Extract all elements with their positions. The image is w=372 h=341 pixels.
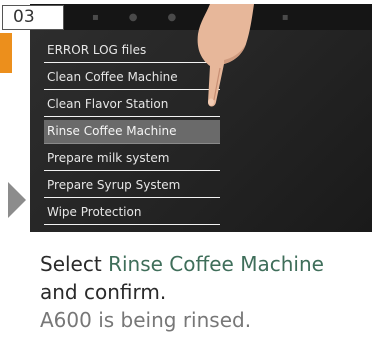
- menu-item-prepare-milk-system[interactable]: Prepare milk system: [44, 147, 220, 171]
- instruction-line-2: and confirm.: [40, 280, 167, 304]
- instruction-line-1: Select Rinse Coffee Machine: [40, 250, 370, 278]
- instruction-line-3: A600 is being rinsed.: [40, 308, 252, 332]
- menu-item-wipe-protection[interactable]: Wipe Protection: [44, 201, 220, 225]
- hand-pointer-icon: [197, 4, 254, 107]
- menu-item-rinse-coffee-machine[interactable]: Rinse Coffee Machine: [44, 120, 220, 144]
- topbar-icon: ▪: [92, 12, 99, 23]
- next-arrow-icon: [8, 182, 26, 218]
- topbar-icon: ●: [128, 12, 138, 23]
- coffee-machine-screen: ▪ ● ● ▪ ● ▪ ERROR LOG files Clean Coffee…: [30, 4, 372, 232]
- topbar-icon: ▪: [281, 12, 289, 23]
- topbar-icon: ●: [167, 12, 177, 23]
- instruction-highlight: Rinse Coffee Machine: [108, 252, 324, 276]
- instruction-prefix: Select: [40, 252, 109, 276]
- step-number-badge: 03: [2, 5, 64, 30]
- accent-tab: [0, 33, 12, 73]
- menu-item-prepare-syrup-system[interactable]: Prepare Syrup System: [44, 174, 220, 198]
